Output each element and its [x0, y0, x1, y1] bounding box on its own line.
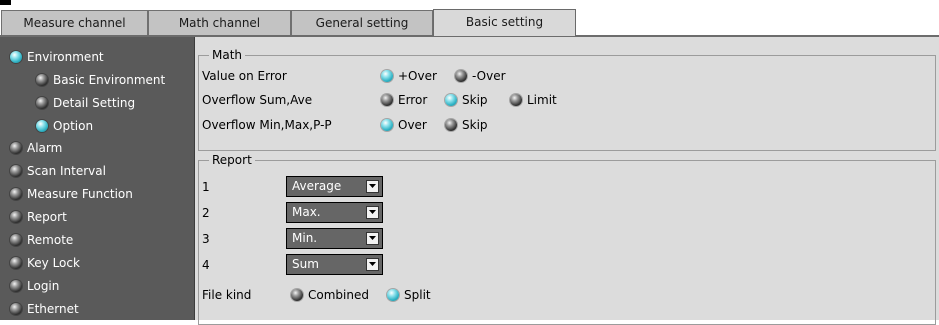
radio-skip-sum[interactable]: Skip — [445, 91, 488, 109]
select-value: Average — [292, 179, 342, 193]
sidebar-item-basic-environment[interactable]: Basic Environment — [36, 69, 165, 91]
radio-icon — [10, 187, 22, 200]
report-group-title: Report — [209, 153, 255, 167]
radio-icon — [510, 93, 522, 106]
sidebar-item-report[interactable]: Report — [10, 206, 67, 228]
sidebar-item-detail-setting[interactable]: Detail Setting — [36, 92, 135, 114]
sidebar-item-label: Basic Environment — [53, 73, 166, 87]
radio-label: Skip — [462, 93, 488, 107]
radio-label: +Over — [398, 69, 437, 83]
select-value: Min. — [292, 231, 318, 245]
tab-basic-setting[interactable]: Basic setting — [433, 9, 576, 36]
radio-label: -Over — [472, 69, 506, 83]
report-1-select[interactable]: Average — [286, 176, 383, 197]
sidebar-item-option[interactable]: Option — [36, 115, 93, 137]
radio-over[interactable]: Over — [381, 116, 427, 134]
sidebar-item-label: Option — [53, 119, 94, 133]
radio-skip-minmax[interactable]: Skip — [445, 116, 488, 134]
selected-radio-icon — [381, 69, 393, 82]
file-kind-label: File kind — [202, 288, 252, 302]
radio-icon — [10, 164, 22, 177]
chevron-down-icon[interactable] — [366, 206, 379, 219]
sidebar: Environment Basic Environment Detail Set… — [0, 37, 195, 320]
chevron-down-icon[interactable] — [366, 258, 379, 271]
overflow-min-max-label: Overflow Min,Max,P-P — [202, 118, 332, 132]
radio-split[interactable]: Split — [387, 286, 431, 304]
radio-icon — [36, 73, 48, 86]
radio-icon — [10, 302, 22, 315]
title-strip — [0, 0, 939, 8]
radio-icon — [455, 69, 467, 82]
radio-error[interactable]: Error — [381, 91, 427, 109]
overflow-sum-ave-label: Overflow Sum,Ave — [202, 93, 313, 107]
value-on-error-label: Value on Error — [202, 69, 287, 83]
tab-measure-channel[interactable]: Measure channel — [1, 10, 148, 35]
math-group: Math Value on Error +Over -Over Overflow… — [198, 48, 936, 151]
report-3-select[interactable]: Min. — [286, 228, 383, 249]
radio-icon — [10, 256, 22, 269]
radio-icon — [10, 141, 22, 154]
sidebar-item-environment[interactable]: Environment — [10, 46, 104, 68]
tab-bar: Measure channel Math channel General set… — [0, 8, 939, 37]
radio-label: Over — [398, 118, 427, 132]
radio-label: Combined — [308, 288, 369, 302]
report-row-1-label: 1 — [202, 180, 210, 194]
sidebar-item-login[interactable]: Login — [10, 275, 59, 297]
title-mark — [0, 0, 11, 5]
sidebar-item-measure-function[interactable]: Measure Function — [10, 183, 133, 205]
report-4-select[interactable]: Sum — [286, 254, 383, 275]
radio-limit[interactable]: Limit — [510, 91, 557, 109]
chevron-down-icon[interactable] — [366, 232, 379, 245]
radio-label: Error — [398, 93, 428, 107]
selected-radio-icon — [381, 118, 393, 131]
radio-label: Skip — [462, 118, 488, 132]
selected-radio-icon — [445, 93, 457, 106]
sidebar-item-scan-interval[interactable]: Scan Interval — [10, 160, 106, 182]
sidebar-item-key-lock[interactable]: Key Lock — [10, 252, 80, 274]
sidebar-item-label: Environment — [27, 50, 104, 64]
sidebar-item-label: Report — [27, 210, 67, 224]
sidebar-item-label: Ethernet — [27, 302, 79, 316]
sidebar-item-label: Measure Function — [27, 187, 133, 201]
tab-general-setting[interactable]: General setting — [291, 10, 433, 35]
report-row-3-label: 3 — [202, 232, 210, 246]
radio-icon — [381, 93, 393, 106]
radio-combined[interactable]: Combined — [291, 286, 369, 304]
radio-icon — [36, 96, 48, 109]
tab-math-channel[interactable]: Math channel — [148, 10, 291, 35]
select-value: Max. — [292, 205, 321, 219]
radio-icon — [291, 288, 303, 301]
chevron-down-icon[interactable] — [366, 180, 379, 193]
report-row-2-label: 2 — [202, 206, 210, 220]
sidebar-item-label: Detail Setting — [53, 96, 136, 110]
radio-icon — [10, 279, 22, 292]
sidebar-item-label: Alarm — [27, 141, 63, 155]
selected-radio-icon — [36, 119, 48, 132]
selected-radio-icon — [387, 288, 399, 301]
radio-icon — [10, 210, 22, 223]
report-2-select[interactable]: Max. — [286, 202, 383, 223]
sidebar-item-alarm[interactable]: Alarm — [10, 137, 62, 159]
radio-minus-over[interactable]: -Over — [455, 67, 506, 85]
sidebar-item-label: Scan Interval — [27, 164, 106, 178]
selected-radio-icon — [10, 50, 22, 63]
report-row-4-label: 4 — [202, 258, 210, 272]
radio-label: Split — [404, 288, 431, 302]
select-value: Sum — [292, 257, 319, 271]
radio-label: Limit — [527, 93, 557, 107]
sidebar-item-label: Login — [27, 279, 60, 293]
main-panel: Math Value on Error +Over -Over Overflow… — [195, 37, 939, 325]
report-group: Report 1 Average 2 Max. 3 Min. 4 Sum Fil… — [198, 153, 936, 325]
radio-plus-over[interactable]: +Over — [381, 67, 437, 85]
sidebar-item-label: Key Lock — [27, 256, 80, 270]
sidebar-item-ethernet[interactable]: Ethernet — [10, 298, 79, 320]
sidebar-item-remote[interactable]: Remote — [10, 229, 73, 251]
sidebar-item-label: Remote — [27, 233, 74, 247]
math-group-title: Math — [209, 48, 246, 62]
radio-icon — [445, 118, 457, 131]
radio-icon — [10, 233, 22, 246]
